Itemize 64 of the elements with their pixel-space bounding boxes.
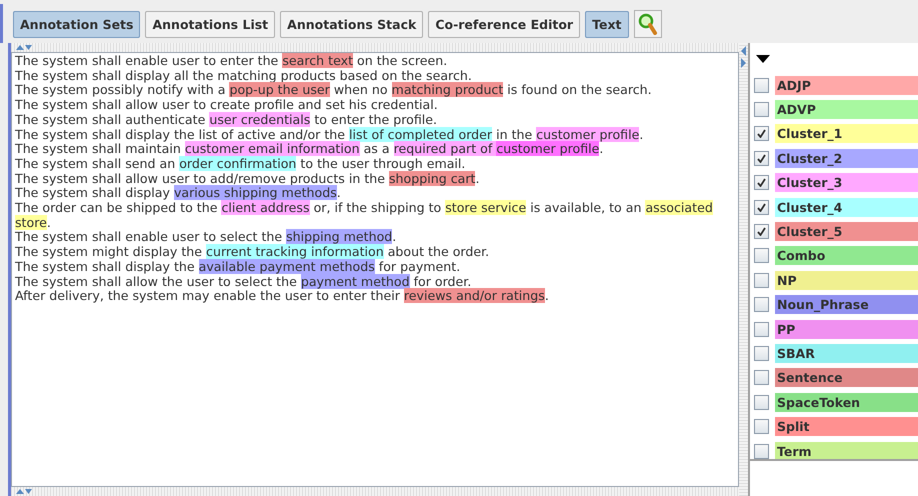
type-checkbox[interactable] xyxy=(754,272,769,288)
document-sentence: The system shall display various shipping methods. xyxy=(15,186,342,202)
annotation-type-label: Noun_Phrase xyxy=(775,295,918,314)
type-checkbox[interactable] xyxy=(754,224,769,240)
type-checkbox[interactable] xyxy=(754,248,769,264)
document-sentence: The system shall send an order confirmation to the user through email. xyxy=(15,156,466,172)
type-checkbox[interactable] xyxy=(754,175,769,190)
search-button[interactable] xyxy=(634,10,662,38)
document-sentence: The system shall allow the user to select the payment method for order. xyxy=(15,274,472,290)
type-checkbox[interactable] xyxy=(754,297,769,312)
annotation-type-label: PP xyxy=(775,320,918,339)
document-sentence: The system shall authenticate user credentials to enter the profile. xyxy=(15,112,438,128)
document-sentence: The system might display the current tracking information about the order. xyxy=(15,245,490,260)
type-checkbox[interactable] xyxy=(754,394,769,410)
document-sentence: The system possibly notify with a pop-up the user when no matching product is found on the search. xyxy=(15,83,653,98)
search-icon xyxy=(638,13,658,35)
document-sentence: After delivery, the system may enable the user to enter their reviews and/or ratings. xyxy=(15,289,550,304)
annotation-type-label: Cluster_3 xyxy=(775,173,918,192)
annotation-type-label: SBAR xyxy=(775,344,918,363)
type-checkbox[interactable] xyxy=(754,150,769,166)
scroll-arrows-icon[interactable] xyxy=(15,44,33,51)
type-checkbox[interactable] xyxy=(754,78,769,93)
annotation-type-label: ADJP xyxy=(775,76,918,95)
expand-triangle-icon[interactable] xyxy=(756,55,770,63)
type-checkbox[interactable] xyxy=(754,322,769,337)
document-sentence: The system shall display all the matching products based on the search. xyxy=(15,68,473,84)
document-sentence: The system shall display the available payment methods for payment. xyxy=(15,260,462,275)
type-checkbox[interactable] xyxy=(754,444,769,459)
document-sentence: The order can be shipped to the client address or, if the shipping to store service is available, to an associated store. xyxy=(15,201,714,230)
check-icon xyxy=(757,154,766,163)
type-checkbox[interactable] xyxy=(754,200,769,215)
document-sentence: The system shall maintain customer email information as a required part of customer profile. xyxy=(15,142,604,157)
type-checkbox[interactable] xyxy=(754,370,769,386)
collapse-arrows-icon[interactable] xyxy=(740,45,747,69)
document-sentence: The system shall enable user to select the shipping method. xyxy=(15,230,398,246)
check-icon xyxy=(757,202,766,212)
annotation-type-label: NP xyxy=(775,270,918,290)
annotation-type-label: Cluster_5 xyxy=(775,222,918,242)
annotation-type-label: Split xyxy=(775,417,918,436)
document-sentence: The system shall enable user to enter the search text on the screen. xyxy=(15,54,448,69)
type-checkbox[interactable] xyxy=(754,126,769,142)
type-checkbox[interactable] xyxy=(754,419,769,434)
check-icon xyxy=(757,178,766,188)
annotation-type-label: Cluster_2 xyxy=(775,148,918,168)
check-icon xyxy=(757,227,766,236)
scroll-arrows-icon[interactable] xyxy=(15,488,33,495)
check-icon xyxy=(757,129,766,138)
type-checkbox[interactable] xyxy=(754,102,769,118)
view-toggle-button[interactable]: Annotations Stack xyxy=(280,10,424,38)
view-toggle-button[interactable]: Annotation Sets xyxy=(13,10,140,38)
view-toggle-button[interactable]: Text xyxy=(585,10,628,38)
annotation-type-label: Sentence xyxy=(775,368,918,388)
document-sentence: The system shall allow user to create profile and set his credential. xyxy=(15,98,439,113)
view-toggle-button[interactable]: Annotations List xyxy=(145,10,276,38)
document-sentence: The system shall display the list of active and/or the list of completed order in the customer profile. xyxy=(15,128,644,142)
annotation-type-label: ADVP xyxy=(775,100,918,120)
type-checkbox[interactable] xyxy=(754,346,769,361)
document-text-area[interactable] xyxy=(11,52,739,487)
annotation-type-label: Combo xyxy=(775,246,918,266)
annotation-type-label: Cluster_4 xyxy=(775,198,918,217)
annotation-type-label: Term xyxy=(775,442,918,459)
annotation-type-label: Cluster_1 xyxy=(775,124,918,144)
annotation-type-label: SpaceToken xyxy=(775,392,918,412)
view-toggle-button[interactable]: Co-reference Editor xyxy=(428,10,580,38)
